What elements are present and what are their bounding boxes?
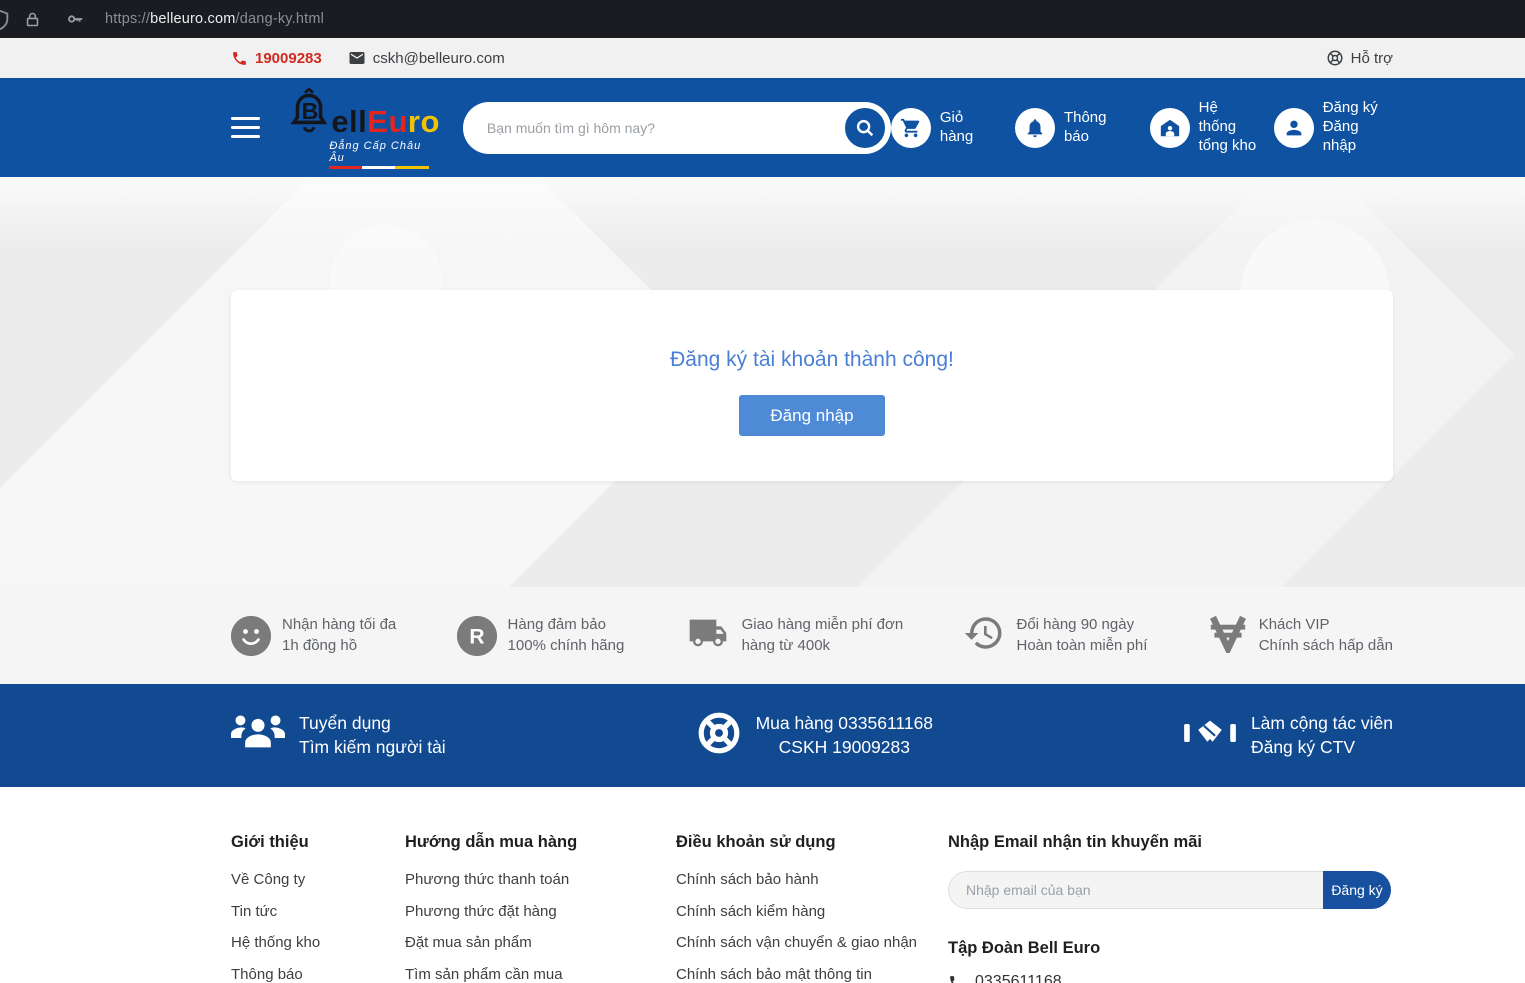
support-email: cskh@belleuro.com (373, 50, 505, 67)
logo-tagline: Đẳng Cấp Châu Âu (329, 140, 440, 164)
url-domain: belleuro.com (150, 11, 235, 27)
company-phone-number: 0335611168 (975, 973, 1062, 983)
browser-address-bar[interactable]: https://belleuro.com/dang-ky.html (0, 0, 1525, 38)
envelope-icon (348, 49, 366, 67)
top-utility-bar: 19009283 cskh@belleuro.com Hỗ trợ (0, 38, 1525, 78)
cart-icon (900, 117, 922, 139)
shield-icon (0, 9, 11, 36)
nav-notifications[interactable]: Thông báo (1015, 108, 1133, 148)
lock-icon[interactable] (24, 11, 41, 28)
lifebuoy-icon (696, 710, 742, 761)
newsletter-subscribe-button[interactable]: Đăng ký (1323, 871, 1391, 909)
header-nav: Giỏ hàng Thông báo Hệ thốngtổng kho Đăng… (891, 99, 1393, 155)
search-icon (854, 117, 876, 139)
footer-column-terms: Điều khoản sử dụng Chính sách bảo hành C… (676, 833, 948, 983)
warehouse-icon (1159, 117, 1181, 139)
nav-warehouse-system[interactable]: Hệ thốngtổng kho (1150, 99, 1257, 155)
footer-link[interactable]: Chính sách kiểm hàng (676, 903, 948, 920)
footer-link[interactable]: Phương thức đặt hàng (405, 903, 676, 920)
support-label: Hỗ trợ (1351, 50, 1393, 67)
url-text[interactable]: https://belleuro.com/dang-ky.html (105, 11, 324, 27)
bell-icon (1024, 117, 1046, 139)
nav-account[interactable]: Đăng kýĐăng nhập (1274, 99, 1393, 155)
feature-free-shipping: Giao hàng miễn phí đơnhàng từ 400k (685, 613, 904, 658)
main-content: Đăng ký tài khoản thành công! Đăng nhập (0, 177, 1525, 587)
support-email-link[interactable]: cskh@belleuro.com (348, 49, 505, 67)
logo-letter-b: B (302, 97, 319, 123)
account-icon (1283, 117, 1305, 139)
site-logo[interactable]: B ellEuro Đẳng Cấp Châu Âu (287, 87, 440, 169)
footer-link[interactable]: Chính sách bảo mật thông tin (676, 966, 948, 983)
company-phone-link[interactable]: 0335611168 (948, 973, 1393, 983)
handshake-icon (1183, 715, 1237, 756)
support-link[interactable]: Hỗ trợ (1326, 49, 1393, 67)
footer-link[interactable]: Chính sách vận chuyển & giao nhận (676, 934, 948, 951)
logo-tagline-underline (329, 166, 429, 169)
history-clock-icon (963, 612, 1005, 659)
newsletter-heading: Nhập Email nhận tin khuyến mãi (948, 833, 1393, 852)
footer-link[interactable]: Phương thức thanh toán (405, 871, 676, 888)
people-group-icon (231, 714, 285, 757)
site-header: B ellEuro Đẳng Cấp Châu Âu Giỏ hàng Thôn… (0, 78, 1525, 177)
footer-heading: Điều khoản sử dụng (676, 833, 948, 852)
logo-wordmark: ellEuro (331, 106, 440, 137)
menu-hamburger-button[interactable] (231, 111, 260, 144)
collaborator-signup-link[interactable]: Làm cộng tác viênĐăng ký CTV (1183, 712, 1393, 759)
hotline-number: 19009283 (255, 50, 322, 67)
login-button[interactable]: Đăng nhập (739, 395, 885, 436)
success-message: Đăng ký tài khoản thành công! (231, 290, 1393, 372)
truck-icon (685, 613, 731, 658)
site-footer: Giới thiệu Về Công ty Tin tức Hệ thống k… (0, 787, 1525, 983)
footer-heading: Hướng dẫn mua hàng (405, 833, 676, 852)
nav-cart[interactable]: Giỏ hàng (891, 108, 998, 148)
registration-success-card: Đăng ký tài khoản thành công! Đăng nhập (231, 290, 1393, 481)
bell-logo-icon: B (287, 87, 331, 137)
footer-heading: Giới thiệu (231, 833, 405, 852)
footer-link[interactable]: Hệ thống kho (231, 934, 405, 951)
search-input[interactable] (487, 120, 817, 136)
key-icon[interactable] (65, 9, 85, 29)
features-strip: Nhận hàng tối đa1h đồng hồ R Hàng đảm bả… (0, 587, 1525, 684)
lifebuoy-icon (1326, 49, 1344, 67)
recruitment-link[interactable]: Tuyển dụngTìm kiếm người tài (231, 712, 446, 759)
feature-return-policy: Đổi hàng 90 ngàyHoàn toàn miễn phí (963, 612, 1147, 659)
search-bar (463, 102, 891, 154)
phone-icon (231, 50, 248, 67)
phone-icon (948, 974, 965, 983)
feature-vip: Khách VIPChính sách hấp dẫn (1208, 613, 1393, 658)
registered-icon: R (457, 616, 497, 656)
url-scheme: https:// (105, 11, 150, 27)
footer-column-newsletter: Nhập Email nhận tin khuyến mãi Đăng ký T… (948, 833, 1393, 983)
vip-v-icon (1208, 613, 1248, 658)
url-path: /dang-ky.html (236, 11, 325, 27)
company-name: Tập Đoàn Bell Euro (948, 939, 1393, 958)
newsletter-email-input[interactable] (948, 871, 1323, 909)
smiley-icon (231, 616, 271, 656)
feature-fast-delivery: Nhận hàng tối đa1h đồng hồ (231, 615, 396, 656)
footer-link[interactable]: Về Công ty (231, 871, 405, 888)
footer-link[interactable]: Tìm sản phẩm cần mua (405, 966, 676, 983)
footer-link[interactable]: Đặt mua sản phẩm (405, 934, 676, 951)
search-button[interactable] (842, 105, 888, 151)
footer-column-about: Giới thiệu Về Công ty Tin tức Hệ thống k… (231, 833, 405, 983)
footer-link[interactable]: Chính sách bảo hành (676, 871, 948, 888)
footer-link[interactable]: Thông báo (231, 966, 405, 983)
info-band: Tuyển dụngTìm kiếm người tài Mua hàng 03… (0, 684, 1525, 787)
purchase-hotline[interactable]: Mua hàng 0335611168CSKH 19009283 (696, 710, 933, 761)
hotline-link[interactable]: 19009283 (231, 50, 322, 67)
footer-column-guide: Hướng dẫn mua hàng Phương thức thanh toá… (405, 833, 676, 983)
feature-genuine-goods: R Hàng đảm bảo100% chính hãng (457, 615, 625, 656)
svg-text:R: R (469, 625, 484, 648)
footer-link[interactable]: Tin tức (231, 903, 405, 920)
